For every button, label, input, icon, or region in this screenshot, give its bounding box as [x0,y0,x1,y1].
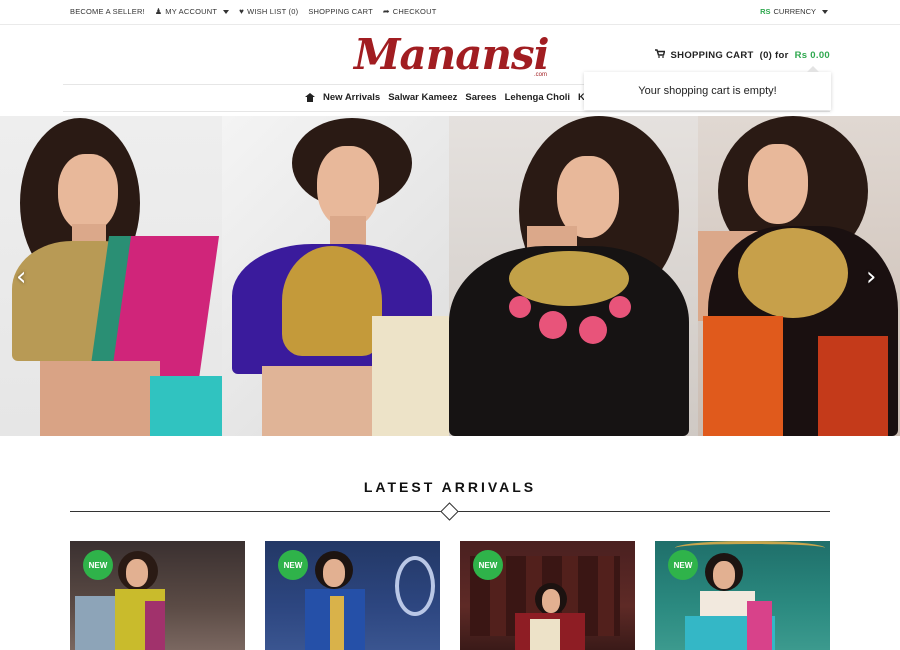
new-badge: NEW [473,550,503,580]
nav-item-new-arrivals[interactable]: New Arrivals [323,92,380,103]
cart-icon [654,49,665,61]
wish-list-label: WISH LIST (0) [247,7,299,16]
currency-label: CURRENCY [773,7,816,16]
new-badge: NEW [668,550,698,580]
shopping-cart-link[interactable]: SHOPPING CART [308,7,373,16]
nav-item-salwar-kameez[interactable]: Salwar Kameez [388,92,457,103]
wish-list-link[interactable]: ♥ WISH LIST (0) [239,7,298,16]
home-icon[interactable] [305,93,315,102]
product-card[interactable]: NEW [655,541,830,650]
caret-down-icon [822,9,828,14]
slide-image-1 [0,116,222,436]
become-seller-link[interactable]: BECOME A SELLER! [70,7,145,16]
cart-dropdown: Your shopping cart is empty! [584,66,831,110]
nav-item-sarees[interactable]: Sarees [465,92,496,103]
my-account-link[interactable]: ♟ MY ACCOUNT [154,6,230,16]
chevron-right-icon[interactable]: › [866,262,876,292]
chevron-left-icon[interactable]: ‹ [16,262,26,292]
section-title: LATEST ARRIVALS [363,479,537,495]
product-card[interactable]: NEW [460,541,635,650]
product-card[interactable]: NEW [70,541,245,650]
slide-image-3 [449,116,698,436]
new-badge: NEW [278,550,308,580]
cart-count: (0) for [759,49,789,61]
top-bar: BECOME A SELLER! ♟ MY ACCOUNT ♥ WISH LIS… [0,0,900,25]
cart-amount: Rs 0.00 [794,49,830,61]
hero-slider[interactable]: ‹ › [0,116,900,436]
site-logo[interactable]: Manansi .com [354,30,550,81]
nav-item-lehenga-choli[interactable]: Lehenga Choli [505,92,570,103]
top-links: BECOME A SELLER! ♟ MY ACCOUNT ♥ WISH LIS… [70,7,436,16]
product-grid: NEW NEW NEW NEW [70,541,830,650]
diamond-icon [440,502,459,521]
checkout-label: CHECKOUT [392,7,437,16]
checkout-link[interactable]: ➦ CHECKOUT [383,7,437,16]
main-nav: New Arrivals Salwar Kameez Sarees Leheng… [305,92,594,103]
currency-symbol: RS [760,7,771,16]
share-icon: ➦ [382,6,390,16]
cart-empty-message: Your shopping cart is empty! [638,85,777,97]
product-card[interactable]: NEW [265,541,440,650]
user-icon: ♟ [154,6,163,16]
my-account-label: MY ACCOUNT [165,7,218,16]
logo-text: Manansi [354,30,550,79]
currency-selector[interactable]: RS CURRENCY [760,7,828,16]
slide-image-2 [222,116,449,436]
header-cart[interactable]: SHOPPING CART (0) for Rs 0.00 [654,49,830,61]
heart-icon: ♥ [239,6,245,16]
nav-divider [63,111,830,112]
logo-sub: .com [533,72,547,78]
new-badge: NEW [83,550,113,580]
caret-down-icon [223,9,230,14]
cart-label: SHOPPING CART [670,49,754,61]
